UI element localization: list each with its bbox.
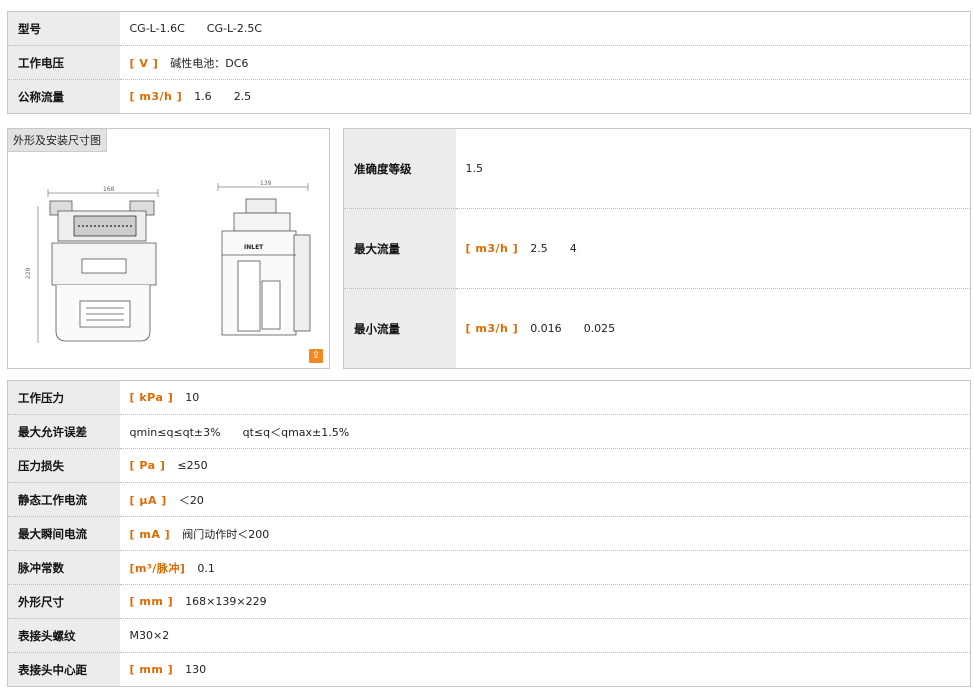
table-row: 最大流量 [ m3/h ] 2.5 4 — [343, 208, 971, 289]
spec-value: [ Pa ] ≤250 — [119, 448, 971, 483]
table-row: 公称流量 [ m3/h ] 1.6 2.5 — [7, 79, 971, 114]
spec-value-1: 2.5 — [530, 242, 548, 255]
front-view-drawing — [37, 189, 159, 343]
spec-unit: [ m3/h ] — [129, 90, 183, 103]
table-row: 最大瞬间电流 [ mA ] 阀门动作时＜200 — [7, 516, 971, 551]
spec-value-1: 0.016 — [530, 322, 562, 335]
spec-unit: [ μA ] — [129, 493, 167, 507]
spec-value-1: ≤250 — [177, 459, 208, 472]
side-view-drawing — [217, 183, 311, 336]
spec-label: 工作压力 — [7, 380, 120, 415]
spec-value: [ m3/h ] 2.5 4 — [455, 208, 971, 289]
table-row: 表接头中心距 [ mm ] 130 — [7, 652, 971, 687]
spec-value: [ m3/h ] 0.016 0.025 — [456, 289, 971, 369]
spec-value-1: 碱性电池：DC6 — [170, 56, 249, 70]
spec-unit: [ V ] — [129, 56, 159, 70]
spec-unit: [ mm ] — [129, 595, 174, 608]
table-row: 压力损失 [ Pa ] ≤250 — [7, 448, 971, 483]
spec-value: 1.5 — [455, 128, 971, 209]
table-row: 表接头螺纹 M30×2 — [7, 618, 971, 653]
spec-table-bottom: 工作压力 [ kPa ] 10 最大允许误差 qmin≤q≤qt±3% qt≤q＜q… — [7, 380, 971, 687]
spec-value: [ V ] 碱性电池：DC6 — [119, 45, 971, 80]
spec-value-1: 10 — [185, 391, 200, 404]
spec-value-1: CG-L-1.6C — [129, 22, 185, 35]
spec-unit: [m³/脉冲] — [129, 561, 186, 575]
spec-label: 型号 — [7, 11, 120, 46]
spec-value-1: 130 — [185, 663, 207, 676]
dimension-drawing: 168 229 139 INLET — [25, 180, 311, 343]
table-row: 工作电压 [ V ] 碱性电池：DC6 — [7, 45, 971, 80]
height-dimension: 229 — [25, 267, 32, 279]
spec-unit: [ mA ] — [129, 527, 171, 541]
zoom-icon[interactable]: ⇧ — [309, 349, 323, 363]
spec-value-1: 1.6 — [194, 90, 212, 103]
spec-value: CG-L-1.6C CG-L-2.5C — [119, 11, 971, 46]
spec-unit: [ Pa ] — [129, 459, 166, 472]
spec-label: 表接头中心距 — [7, 652, 120, 687]
spec-value-1: 168×139×229 — [185, 595, 267, 608]
side-width-dimension: 139 — [260, 180, 272, 187]
table-row: 最小流量 [ m3/h ] 0.016 0.025 — [343, 288, 971, 369]
spec-label: 最大流量 — [343, 208, 456, 289]
spec-label: 脉冲常数 — [7, 550, 120, 585]
spec-value: [ kPa ] 10 — [119, 380, 971, 415]
spec-unit: [ m3/h ] — [465, 242, 519, 255]
table-row: 型号 CG-L-1.6C CG-L-2.5C — [7, 11, 971, 46]
spec-value-1: 0.1 — [197, 561, 215, 575]
table-row: 外形尺寸 [ mm ] 168×139×229 — [7, 584, 971, 619]
front-width-dimension: 168 — [103, 186, 115, 193]
spec-label: 静态工作电流 — [7, 482, 120, 517]
spec-label: 准确度等级 — [343, 128, 456, 209]
spec-value-1: ＜20 — [178, 493, 204, 507]
spec-label: 最大瞬间电流 — [7, 516, 120, 551]
spec-value: [ m3/h ] 1.6 2.5 — [120, 80, 971, 114]
spec-value: [ mA ] 阀门动作时＜200 — [119, 516, 971, 551]
spec-value-1: 1.5 — [465, 162, 484, 175]
figure-title: 外形及安装尺寸图 — [8, 129, 107, 152]
spec-value-2: 0.025 — [583, 322, 616, 335]
spec-value: [ mm ] 168×139×229 — [119, 584, 971, 619]
spec-value-2: 2.5 — [233, 90, 252, 103]
spec-label: 表接头螺纹 — [7, 618, 120, 653]
spec-table-top: 型号 CG-L-1.6C CG-L-2.5C 工作电压 [ V ] 碱性电池：DC6… — [7, 11, 971, 114]
spec-value: [ mm ] 130 — [120, 653, 971, 687]
spec-label: 外形尺寸 — [7, 584, 120, 619]
table-row: 准确度等级 1.5 — [343, 128, 971, 209]
spec-label: 压力损失 — [7, 448, 120, 483]
spec-unit: [ mm ] — [129, 663, 174, 676]
dimension-figure-panel: 外形及安装尺寸图 168 229 139 INLET ⇧ — [7, 128, 330, 369]
table-row: 脉冲常数 [m³/脉冲] 0.1 — [7, 550, 971, 585]
spec-value-1: 阀门动作时＜200 — [182, 527, 270, 541]
spec-value-2: qt≤q＜qmax±1.5% — [242, 425, 350, 439]
spec-value-1: qmin≤q≤qt±3% — [129, 425, 221, 439]
spec-value: [ μA ] ＜20 — [119, 482, 971, 517]
spec-value-2: CG-L-2.5C — [206, 22, 263, 35]
spec-table-middle: 准确度等级 1.5 最大流量 [ m3/h ] 2.5 4 最小流量 [ m3/h … — [343, 128, 971, 369]
spec-unit: [ kPa ] — [129, 391, 174, 404]
spec-label: 最小流量 — [343, 288, 456, 369]
spec-value: [m³/脉冲] 0.1 — [119, 550, 971, 585]
spec-label: 工作电压 — [7, 45, 120, 80]
spec-label: 最大允许误差 — [7, 414, 120, 449]
table-row: 工作压力 [ kPa ] 10 — [7, 380, 971, 415]
spec-label: 公称流量 — [7, 79, 120, 114]
spec-value-2: 4 — [569, 242, 577, 255]
spec-unit: [ m3/h ] — [465, 322, 519, 335]
spec-value-1: M30×2 — [129, 629, 170, 642]
spec-value: M30×2 — [119, 618, 971, 653]
inlet-label: INLET — [244, 244, 264, 251]
spec-value: qmin≤q≤qt±3% qt≤q＜qmax±1.5% — [119, 414, 971, 449]
table-row: 最大允许误差 qmin≤q≤qt±3% qt≤q＜qmax±1.5% — [7, 414, 971, 449]
table-row: 静态工作电流 [ μA ] ＜20 — [7, 482, 971, 517]
